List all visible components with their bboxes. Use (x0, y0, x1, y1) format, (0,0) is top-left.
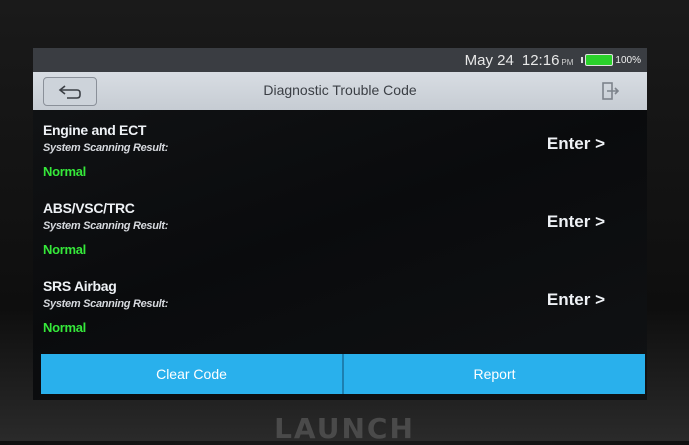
system-item-srs[interactable]: SRS Airbag System Scanning Result: Norma… (33, 266, 647, 348)
status-date: May 24 (464, 51, 514, 69)
exit-button[interactable] (589, 77, 633, 104)
system-item-abs[interactable]: ABS/VSC/TRC System Scanning Result: Norm… (33, 188, 647, 270)
status-ampm: PM (561, 57, 574, 67)
system-list: Engine and ECT System Scanning Result: N… (33, 110, 647, 358)
battery-level (585, 54, 614, 66)
status-bar: May 24 12:16 PM 100% (33, 48, 647, 72)
system-name: ABS/VSC/TRC (43, 200, 135, 216)
screen: May 24 12:16 PM 100% Diagnostic Trouble C… (33, 48, 647, 400)
battery-percent: 100% (615, 54, 641, 66)
enter-button[interactable]: Enter > (547, 290, 605, 310)
result-status: Normal (43, 320, 86, 335)
status-indicators: May 24 12:16 PM 100% (465, 51, 641, 69)
clear-code-button[interactable]: Clear Code (41, 354, 342, 394)
result-label: System Scanning Result: (43, 298, 169, 310)
result-status: Normal (43, 242, 86, 257)
result-status: Normal (43, 164, 86, 179)
system-name: Engine and ECT (43, 122, 147, 138)
enter-button[interactable]: Enter > (547, 212, 605, 232)
report-button[interactable]: Report (344, 354, 645, 394)
system-item-engine[interactable]: Engine and ECT System Scanning Result: N… (33, 110, 647, 192)
page-title: Diagnostic Trouble Code (263, 82, 417, 98)
enter-button[interactable]: Enter > (547, 134, 605, 154)
system-name: SRS Airbag (43, 278, 117, 294)
status-clock: 12:16 (521, 51, 560, 69)
title-bar: Diagnostic Trouble Code (33, 72, 647, 110)
result-label: System Scanning Result: (43, 142, 169, 154)
status-time: 12:16 PM (522, 52, 574, 69)
device-frame: May 24 12:16 PM 100% Diagnostic Trouble C… (0, 0, 689, 445)
battery-icon: 100% (581, 54, 641, 66)
footer-bar: Clear Code Report (41, 354, 645, 394)
exit-icon (602, 81, 620, 100)
battery-cap (581, 57, 584, 63)
brand-logo: LAUNCH (274, 412, 415, 445)
result-label: System Scanning Result: (43, 220, 169, 232)
